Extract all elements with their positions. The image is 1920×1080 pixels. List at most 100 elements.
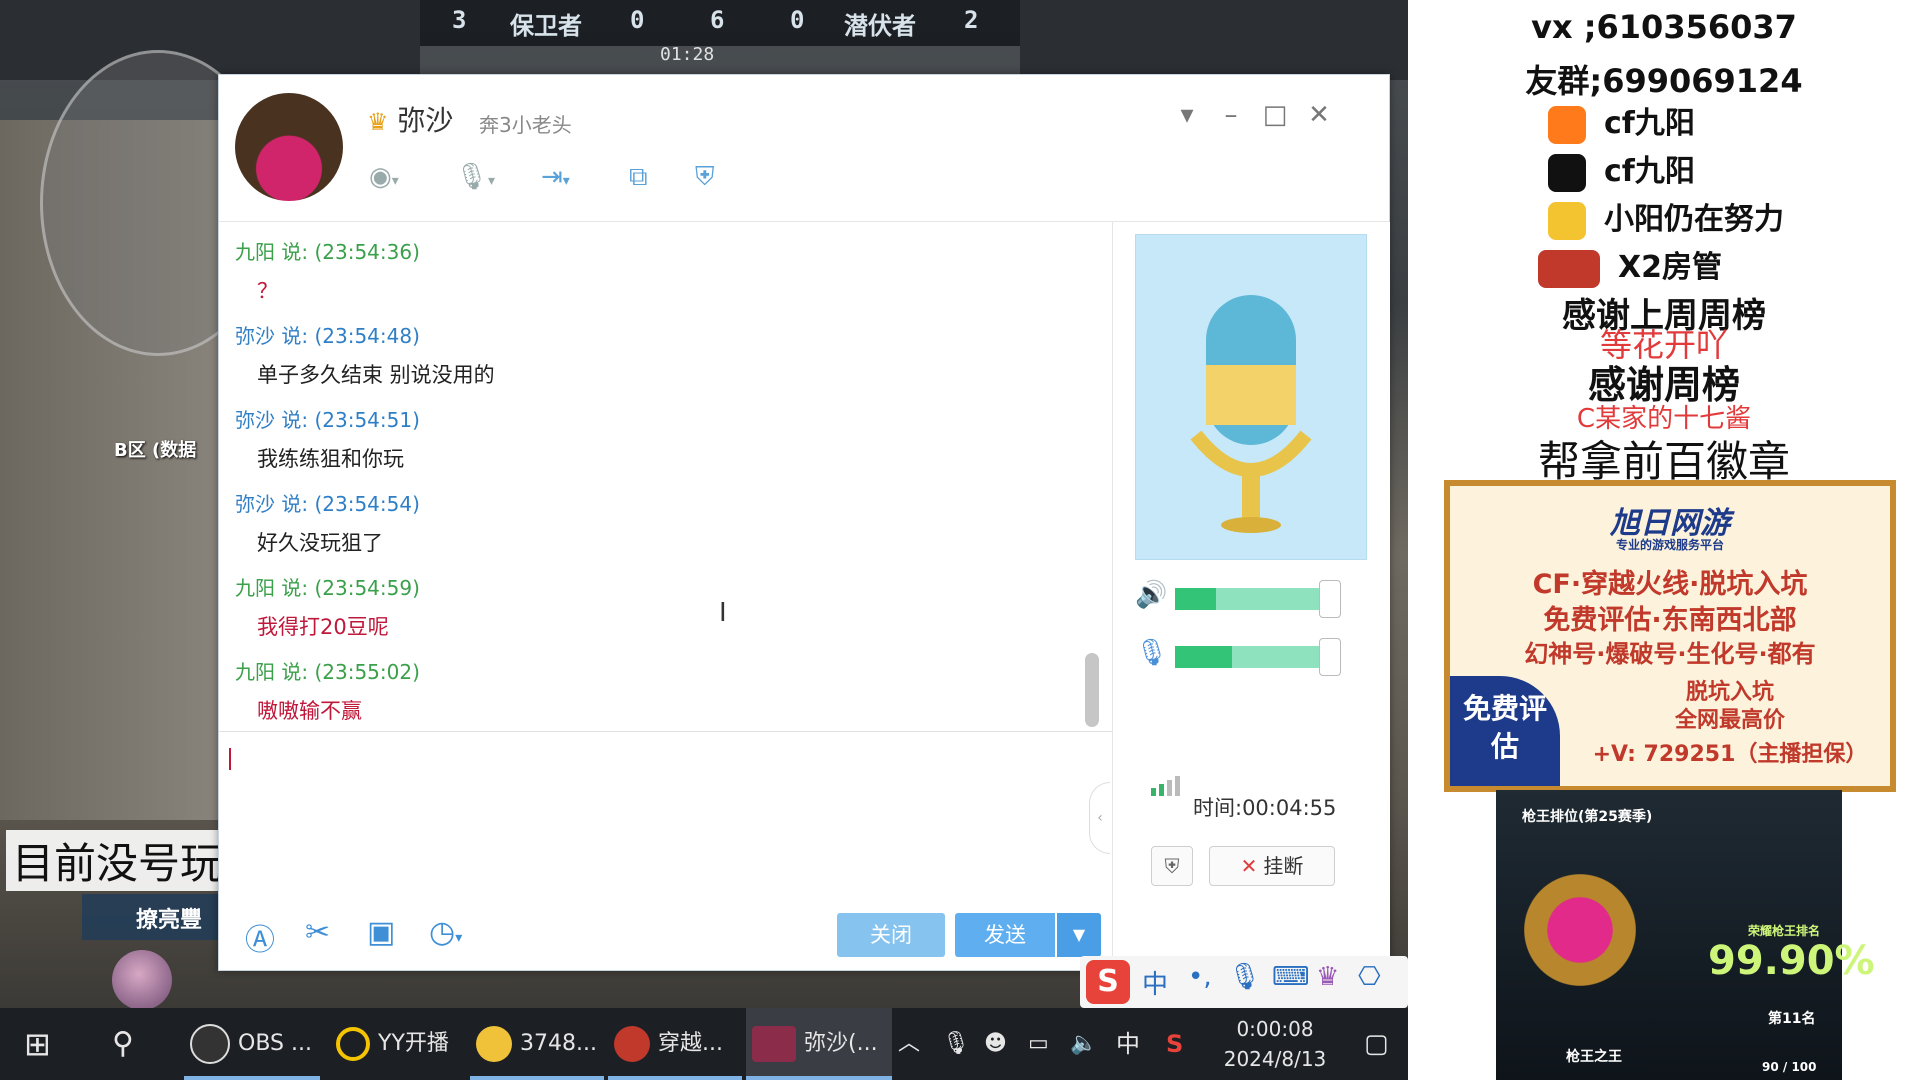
- voice-call-panel: 🔊 🎙 时间:00:04:55 ⛨ ✕ 挂断: [1112, 222, 1390, 970]
- score-bar: 3 保卫者 0 6 0 潜伏者 2: [420, 0, 1020, 46]
- message: 弥沙 说: (23:54:54) 好久没玩狙了: [235, 488, 420, 557]
- security-shield-icon[interactable]: ⛨: [695, 159, 715, 195]
- microphone-icon[interactable]: 🎙: [1135, 638, 1168, 668]
- vip-crown-icon: ♛: [367, 108, 389, 136]
- wechat-id: vx ;610356037: [1531, 8, 1797, 46]
- camera-icon[interactable]: ◉▾: [369, 159, 399, 195]
- keyboard-icon[interactable]: ⌨: [1272, 962, 1310, 992]
- notification-icon[interactable]: ▢: [1364, 1008, 1389, 1080]
- chat-header: ♛ 弥沙 奔3小老头 ▾ – □ ✕ ◉▾ 🎙▾ ⇥▾ ⧉ ⛨: [219, 75, 1389, 222]
- input-caret: [229, 748, 231, 770]
- ime-mode[interactable]: 中: [1142, 964, 1168, 1001]
- contact-signature: 奔3小老头: [479, 113, 572, 137]
- kuaishou-icon: [1548, 105, 1586, 144]
- gamepad-icon[interactable]: ⎔: [1358, 962, 1381, 992]
- windows-start-icon[interactable]: ⊞: [24, 1008, 64, 1080]
- slider-knob[interactable]: [1319, 638, 1341, 676]
- maximize-button[interactable]: □: [1257, 97, 1293, 133]
- round-timer: 01:28: [660, 44, 715, 65]
- taskbar-app[interactable]: 弥沙(...: [746, 1008, 892, 1080]
- hangup-button[interactable]: ✕ 挂断: [1209, 846, 1335, 886]
- rank-title: 枪王排位(第25赛季): [1522, 809, 1653, 825]
- taskbar: ⊞ ⚲ OBS ... YY开播 3748... 穿越... 弥沙(... ︿ …: [0, 1008, 1408, 1080]
- volume-icon[interactable]: 🔈: [1070, 1008, 1097, 1080]
- score-left: 3: [452, 6, 467, 34]
- send-button[interactable]: 发送: [955, 913, 1055, 957]
- ime-toolbar[interactable]: S 中 •, 🎙 ⌨ ♛ ⎔: [1080, 956, 1408, 1008]
- close-button[interactable]: 关闭: [837, 913, 945, 957]
- message: 弥沙 说: (23:54:51) 我练练狙和你玩: [235, 404, 420, 473]
- microphone-icon[interactable]: 🎙▾: [455, 159, 495, 195]
- cf-icon: [614, 1026, 650, 1062]
- system-clock[interactable]: 0:00:08 2024/8/13: [1210, 1014, 1340, 1074]
- roof-beam: [1020, 0, 1408, 80]
- collapse-handle[interactable]: ‹: [1089, 782, 1110, 854]
- call-duration: 时间:00:04:55: [1193, 796, 1337, 820]
- stream-info-panel: vx ;610356037 友群;699069124 cf九阳 cf九阳 小阳仍…: [1408, 0, 1920, 1080]
- message-meta: 弥沙 说: (23:54:48): [235, 324, 420, 348]
- social-row: X2房管: [1538, 242, 1722, 288]
- message-meta: 弥沙 说: (23:54:51): [235, 408, 420, 432]
- network-icon[interactable]: ▭: [1028, 1008, 1049, 1080]
- image-icon[interactable]: ▣: [367, 915, 395, 950]
- shield-icon[interactable]: ⛨: [1151, 846, 1193, 886]
- sogou-tray-icon[interactable]: S: [1166, 1008, 1183, 1080]
- panda-tray-icon[interactable]: ☻: [984, 1008, 1007, 1080]
- ime-tray-label[interactable]: 中: [1116, 1008, 1140, 1080]
- clock-time: 0:00:08: [1236, 1017, 1314, 1041]
- skin-icon[interactable]: ♛: [1316, 962, 1339, 992]
- sogou-icon[interactable]: S: [1086, 960, 1130, 1004]
- slider-knob[interactable]: [1319, 580, 1341, 618]
- remote-assist-icon[interactable]: ⧉: [629, 159, 648, 195]
- punctuation-icon[interactable]: •,: [1188, 962, 1212, 992]
- taskbar-app[interactable]: 3748...: [470, 1008, 604, 1080]
- social-row: cf九阳: [1548, 98, 1695, 144]
- mic-volume-slider[interactable]: [1175, 638, 1341, 676]
- message: 弥沙 说: (23:54:48) 单子多久结束 别说没用的: [235, 320, 495, 389]
- message-meta: 九阳 说: (23:54:59): [235, 576, 420, 600]
- ad-contact: +V: 729251（主播担保）: [1592, 742, 1868, 767]
- social-row: 小阳仍在努力: [1548, 194, 1784, 240]
- player-avatar: [112, 950, 172, 1010]
- fan-group-id: 友群;699069124: [1525, 62, 1803, 100]
- send-options-chevron-icon[interactable]: ▼: [1057, 913, 1101, 957]
- kills-right: 0: [790, 6, 805, 34]
- taskbar-app[interactable]: OBS ...: [184, 1008, 320, 1080]
- font-icon[interactable]: Ⓐ: [245, 915, 275, 959]
- taskbar-app[interactable]: YY开播: [330, 1008, 464, 1080]
- microphone-illustration: [1135, 234, 1367, 560]
- contact-avatar[interactable]: [235, 93, 343, 201]
- chat-app-icon: [752, 1026, 796, 1062]
- microphone-icon[interactable]: 🎙: [1228, 962, 1261, 992]
- file-transfer-icon[interactable]: ⇥▾: [541, 159, 570, 195]
- message-meta: 九阳 说: (23:54:36): [235, 240, 420, 264]
- rank-emblem-icon: [1520, 860, 1640, 1000]
- rank-card: 枪王排位(第25赛季) 荣耀枪王排名 99.90% 第11名 枪王之王 90 /…: [1496, 790, 1875, 1080]
- douyin-icon: [1548, 153, 1586, 192]
- ad-banner: 旭日网游 专业的游戏服务平台 CF·穿越火线·脱坑入坑 免费评估·东南西北部 幻…: [1444, 480, 1896, 792]
- scissors-icon[interactable]: ✂: [305, 915, 330, 950]
- plane-icon: [1538, 249, 1600, 288]
- close-icon: ✕: [1240, 854, 1258, 878]
- message-list[interactable]: 九阳 说: (23:54:36) ？ 弥沙 说: (23:54:48) 单子多久…: [219, 222, 1112, 730]
- chevron-up-icon[interactable]: ︿: [898, 1008, 920, 1080]
- weibo-icon: [1548, 201, 1586, 240]
- player-strip: 撩亮豐: [82, 894, 222, 940]
- chat-scrollbar[interactable]: [1085, 653, 1099, 727]
- minimize-button[interactable]: –: [1213, 97, 1249, 133]
- speaker-icon[interactable]: 🔊: [1135, 580, 1167, 610]
- close-window-button[interactable]: ✕: [1301, 97, 1337, 133]
- history-icon[interactable]: ◷▾: [429, 915, 462, 950]
- message-text: ？: [257, 279, 278, 303]
- search-icon[interactable]: ⚲: [112, 1008, 152, 1080]
- rank-place: 第11名: [1768, 1011, 1816, 1027]
- panda-icon: [476, 1026, 512, 1062]
- message-meta: 九阳 说: (23:55:02): [235, 660, 420, 684]
- social-row: cf九阳: [1548, 146, 1695, 192]
- contact-name[interactable]: ♛ 弥沙: [367, 99, 453, 139]
- microphone-icon[interactable]: 🎙: [942, 1008, 970, 1080]
- chevron-down-icon[interactable]: ▾: [1169, 97, 1205, 133]
- speaker-volume-slider[interactable]: [1175, 580, 1341, 618]
- taskbar-app[interactable]: 穿越...: [608, 1008, 742, 1080]
- team-left-name: 保卫者: [510, 12, 582, 40]
